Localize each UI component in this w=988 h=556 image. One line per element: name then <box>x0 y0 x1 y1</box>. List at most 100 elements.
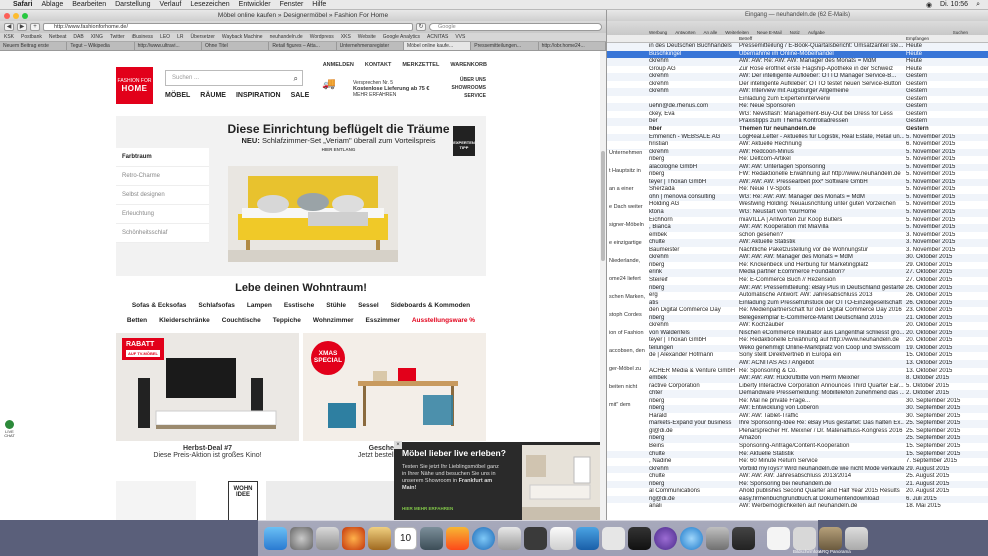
preview-icon[interactable] <box>498 527 521 550</box>
promo-xmas[interactable]: XMAS SPECIAL <box>303 333 486 441</box>
about-link[interactable]: ÜBER UNS <box>446 76 486 84</box>
mail-row[interactable]: erink Media partner Ecommerce Foundation?… <box>607 269 988 277</box>
wifi-icon[interactable]: ◉ <box>926 1 932 9</box>
hero-menu-item[interactable]: Farbtraum <box>116 148 209 167</box>
site-logo[interactable]: FASHION FOR HOME <box>116 67 153 104</box>
mail-row[interactable]: ckrehm AW: Der intelligente Aufkleber: OT… <box>607 73 988 81</box>
search-icon[interactable]: ⌕ <box>976 1 980 9</box>
finder-icon[interactable] <box>264 527 287 550</box>
category-link[interactable]: Couchtische <box>222 315 261 327</box>
browser-tab[interactable]: Tegut – Wikipedia <box>67 42 135 50</box>
hero-menu-item[interactable]: Schönheitsschlaf <box>116 224 209 243</box>
mail-row[interactable]: nberg AW: Entwicklung von Loberon 30. Sept… <box>607 405 988 413</box>
popup-link[interactable]: HIER MEHR ERFAHREN <box>402 506 453 511</box>
mail-row[interactable]: de | Alexander Hofmann Sony stellt Direkt… <box>607 352 988 360</box>
close-icon[interactable]: × <box>394 441 402 449</box>
bookmark-item[interactable]: Twitter <box>110 34 125 40</box>
mail-row[interactable]: nberg Amazon 25. September 2015 <box>607 435 988 443</box>
address-bar[interactable]: http://www.fashionforhome.de/ <box>43 23 413 31</box>
mail-row[interactable]: chulte AW: AW: AW: Jahresabschluss 2013/2… <box>607 473 988 481</box>
mail-row[interactable]: ACHER Media & Venture GmbH Re: Sponsoring… <box>607 368 988 376</box>
hero-menu-item[interactable]: Erleuchtung <box>116 205 209 224</box>
bookmark-item[interactable]: Postbank <box>21 34 42 40</box>
service-link[interactable]: SERVICE <box>446 92 486 100</box>
calendar-icon[interactable]: 10 <box>394 527 417 550</box>
mail-row[interactable]: AW: ACNITAS AG / Angebot 13. Oktober 2015 <box>607 359 988 368</box>
promo1-caption[interactable]: Herbst-Deal #7 Diese Preis-Aktion ist gr… <box>116 445 299 459</box>
mail-row[interactable]: Baumeister Nächtliche Paketzustellung vor… <box>607 247 988 255</box>
menu-hilfe[interactable]: Hilfe <box>312 1 326 8</box>
browser-tab[interactable]: Möbel online kaufe... <box>403 42 472 50</box>
mail-row[interactable]: ber Praxistipps zum Thema Kontrolladresse… <box>607 118 988 127</box>
bookmark-item[interactable]: Netbeat <box>49 34 67 40</box>
browser-tab[interactable]: Neuem Beitrag erste <box>0 42 68 50</box>
category-link[interactable]: Wohnzimmer <box>313 315 354 327</box>
mail-row[interactable]: teyer | Thoxan GmbH Re: Redaktionelle Erw… <box>607 337 988 345</box>
safari-icon[interactable] <box>680 527 703 550</box>
browser-tab[interactable]: Ohne Titel <box>202 42 270 50</box>
mail-row[interactable]: Emmerich - WEBSALE AG LogReal.Letter - Ak… <box>607 133 988 142</box>
mail-row[interactable]: Buschkingel Übernahme im Online-Möbelhand… <box>607 50 988 59</box>
mail-row[interactable]: ktoria WG: Neustart von YourHome 5. Novemb… <box>607 209 988 217</box>
mail-row[interactable]: nberg AW: AW: Pressemitteilung: eBay Plus… <box>607 284 988 293</box>
activity-monitor-icon[interactable] <box>732 527 755 550</box>
hero-menu-item[interactable]: Retro-Charme <box>116 167 209 186</box>
mail-row[interactable]: hber Themen für neuhandeln.de Gestern <box>607 126 988 134</box>
mail-row[interactable]: Steireif Re: E-Commerce Buch // Rezension… <box>607 277 988 285</box>
nav-moebel[interactable]: MÖBEL <box>165 92 190 99</box>
mail-row[interactable]: al Communications Ahold publishes Second … <box>607 488 988 496</box>
menu-entwickler[interactable]: Entwickler <box>239 1 271 8</box>
category-link[interactable]: Teppiche <box>273 315 301 327</box>
mail-row[interactable]: ckrehm AW: AW: AW: Manager des Monats = M… <box>607 254 988 262</box>
category-link[interactable]: Lampen <box>247 300 272 312</box>
bookmark-item[interactable]: LEO <box>160 34 170 40</box>
mail-row[interactable]: den Digital Commerce Day Re: Medienpartne… <box>607 307 988 315</box>
mail-row[interactable]: teyer | Thoxan GmbH AW: AW: AW: Pressearb… <box>607 178 988 187</box>
mail-row[interactable]: ohn | menovia consulting WG: Re: AW: AW: … <box>607 193 988 202</box>
category-link[interactable]: Sessel <box>358 300 379 312</box>
mail-row[interactable]: nberg FW: Redaktionelle Erwähnung auf htt… <box>607 171 988 179</box>
photos-icon[interactable] <box>420 527 443 550</box>
menu-fenster[interactable]: Fenster <box>280 1 304 8</box>
calculator-icon[interactable] <box>602 527 625 550</box>
mail-row[interactable]: nberg Re: Deltcom-Artikel 5. November 2015 <box>607 156 988 164</box>
mail-row[interactable]: alacologne GmbH AW: AW: Unterlagen Sponso… <box>607 163 988 172</box>
contact-link[interactable]: KONTAKT <box>365 62 391 68</box>
system-preferences-icon[interactable] <box>706 527 729 550</box>
col-subject[interactable]: Betreff <box>739 36 752 41</box>
mail-row[interactable]: ckrehm Der intelligente Aufkleber: OTTO t… <box>607 81 988 89</box>
live-chat-button[interactable]: LIVE CHAT <box>2 418 17 444</box>
bookmark-item[interactable]: Übersetzer <box>190 34 214 40</box>
menu-verlauf[interactable]: Verlauf <box>160 1 182 8</box>
category-link[interactable]: Ausstellungsware % <box>412 315 475 327</box>
mail-row[interactable]: chter Demandware Pressemeldung: Mobiltele… <box>607 390 988 398</box>
firefox-icon[interactable] <box>342 527 365 550</box>
bookmark-item[interactable]: LR <box>177 34 183 40</box>
mail-row[interactable]: erg Automatische Antwort: AW: Jahresabsch… <box>607 292 988 300</box>
bookmark-item[interactable]: neuhandeln.de <box>270 34 303 40</box>
launchpad-icon[interactable] <box>290 527 313 550</box>
bookmark-item[interactable]: iBusiness <box>132 34 153 40</box>
browser-tab[interactable]: Pressemitteilungen... <box>471 42 539 50</box>
bookmark-item[interactable]: KSK <box>4 34 14 40</box>
downloads-stack-icon[interactable] <box>767 527 790 550</box>
nav-inspiration[interactable]: INSPIRATION <box>236 92 281 99</box>
mail-row[interactable]: Group AG Zur Rose eröffnet erste Flagship… <box>607 66 988 74</box>
mail-row[interactable]: chulte Re: Aktuelle Statistik 15. Septembe… <box>607 450 988 459</box>
nav-raeume[interactable]: RÄUME <box>200 92 226 99</box>
category-link[interactable]: Betten <box>127 315 147 327</box>
menu-safari[interactable]: Safari <box>13 1 32 8</box>
clock[interactable]: Di. 10:56 <box>940 1 968 9</box>
mail-row[interactable]: embek AW: AW: AW: Rückrufbitte von Herrn … <box>607 375 988 383</box>
mail-row[interactable]: gl@di.de Plenarsprecher Hr. Meixner / Dr.… <box>607 428 988 436</box>
mail-row[interactable]: ractive Corporation Liberty Interactive C… <box>607 383 988 391</box>
screenshot-file-icon[interactable]: Bildschirmfoto <box>793 527 821 554</box>
browser-tab[interactable]: http://obr.home24... <box>539 42 606 50</box>
keynote-icon[interactable] <box>446 527 469 550</box>
wishlist-link[interactable]: MERKZETTEL <box>402 62 439 68</box>
login-link[interactable]: ANMELDEN <box>323 62 354 68</box>
mail-row[interactable]: , Nadine Re: 60 Minute Return Service 7. S… <box>607 458 988 466</box>
col-date[interactable]: Empfangen <box>906 36 929 41</box>
mail-row[interactable]: ckrehm AW: Interview mit Augsburger Allge… <box>607 88 988 96</box>
category-link[interactable]: Schlafsofas <box>198 300 235 312</box>
